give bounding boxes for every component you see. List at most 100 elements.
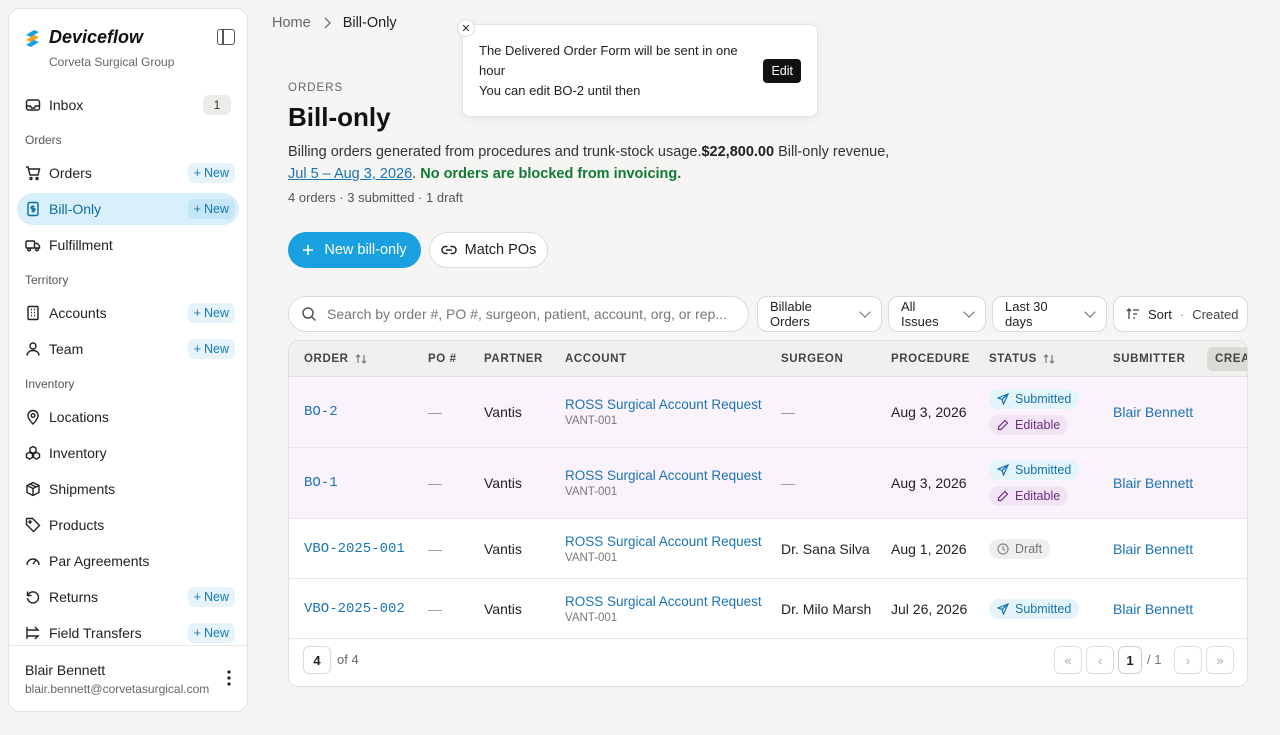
account-link[interactable]: ROSS Surgical Account Request	[565, 397, 762, 412]
table-row[interactable]: BO-2 — Vantis ROSS Surgical Account Requ…	[289, 377, 1247, 448]
submitter-link[interactable]: Blair Bennett	[1113, 377, 1193, 447]
new-bill-only-sidebar-button[interactable]: + New	[187, 199, 235, 219]
table-row[interactable]: BO-1 — Vantis ROSS Surgical Account Requ…	[289, 448, 1247, 519]
sidebar-item-fulfillment[interactable]: Fulfillment	[17, 229, 239, 261]
page-count: 1	[1154, 652, 1162, 667]
new-return-button[interactable]: + New	[187, 587, 235, 607]
invoice-icon	[25, 201, 41, 217]
page-eyebrow: ORDERS	[288, 82, 344, 94]
revenue-suffix: Bill-only revenue,	[774, 144, 890, 160]
page-description: Billing orders generated from procedures…	[288, 141, 898, 185]
more-vertical-icon[interactable]	[227, 670, 231, 686]
surgeon: —	[781, 475, 795, 491]
pencil-icon	[997, 490, 1009, 502]
table-row[interactable]: VBO-2025-002 — Vantis ROSS Surgical Acco…	[289, 579, 1247, 639]
building-icon	[25, 305, 41, 321]
current-page[interactable]: 1	[1118, 646, 1142, 674]
period-select[interactable]: Last 30 days	[992, 296, 1107, 332]
last-page-button[interactable]: »	[1206, 646, 1234, 674]
order-id[interactable]: VBO-2025-002	[304, 579, 405, 638]
match-pos-button[interactable]: Match POs	[429, 232, 548, 268]
user-icon	[25, 341, 41, 357]
order-id[interactable]: BO-1	[304, 448, 338, 518]
sidebar-item-team[interactable]: Team + New	[17, 333, 239, 365]
status-label: Submitted	[1015, 392, 1072, 406]
sidebar-item-orders[interactable]: Orders + New	[17, 157, 239, 189]
breadcrumb-current: Bill-Only	[342, 15, 397, 31]
sidebar-item-inventory[interactable]: Inventory	[17, 437, 239, 469]
search-input[interactable]	[327, 306, 727, 322]
prev-page-button[interactable]: ‹	[1086, 646, 1114, 674]
user-card[interactable]: Blair Bennett blair.bennett@corvetasurgi…	[9, 645, 247, 711]
status-badge: Submitted	[989, 460, 1080, 480]
table-row[interactable]: VBO-2025-001 — Vantis ROSS Surgical Acco…	[289, 519, 1247, 579]
col-account: ACCOUNT	[565, 353, 627, 365]
first-page-button[interactable]: «	[1054, 646, 1082, 674]
account-link[interactable]: ROSS Surgical Account Request	[565, 534, 762, 549]
toast-edit-button[interactable]: Edit	[763, 59, 801, 83]
new-label: New	[203, 202, 229, 216]
account-link[interactable]: ROSS Surgical Account Request	[565, 594, 762, 609]
new-field-transfer-button[interactable]: + New	[187, 623, 235, 643]
new-bill-only-button[interactable]: New bill-only	[288, 232, 421, 268]
col-status[interactable]: STATUS	[989, 341, 1055, 377]
account-link[interactable]: ROSS Surgical Account Request	[565, 468, 762, 483]
sort-button[interactable]: Sort · Created	[1113, 296, 1248, 332]
account-cell: ROSS Surgical Account Request VANT-001	[565, 448, 762, 518]
chevron-down-icon	[859, 306, 871, 318]
sidebar-item-label: Shipments	[49, 481, 116, 497]
invoicing-status: No orders are blocked from invoicing.	[420, 166, 682, 182]
package-icon	[25, 481, 41, 497]
search-icon	[301, 306, 317, 322]
tag-icon	[25, 517, 41, 533]
status-label: Submitted	[1015, 601, 1072, 616]
plus-icon: +	[193, 306, 201, 320]
next-page-button[interactable]: ›	[1174, 646, 1202, 674]
col-created[interactable]: CREATED	[1207, 347, 1247, 371]
page-size-select[interactable]: 4	[303, 646, 331, 674]
sidebar-item-shipments[interactable]: Shipments	[17, 473, 239, 505]
breadcrumb-home[interactable]: Home	[272, 15, 311, 31]
date-range-link[interactable]: Jul 5 – Aug 3, 2026	[288, 166, 412, 182]
submitter-link[interactable]: Blair Bennett	[1113, 448, 1193, 518]
new-label: New	[203, 590, 229, 604]
status-cell: Submitted	[989, 579, 1080, 638]
sidebar-item-accounts[interactable]: Accounts + New	[17, 297, 239, 329]
sidebar-item-label: Returns	[49, 589, 99, 605]
brand[interactable]: Deviceflow	[25, 27, 143, 48]
plus-icon: +	[193, 590, 201, 604]
surgeon: Dr. Sana Silva	[781, 540, 870, 557]
sidebar-item-label: Orders	[49, 165, 92, 181]
status-cell: Submitted Editable	[989, 448, 1080, 518]
pencil-icon	[997, 419, 1009, 431]
revenue-amount: $22,800.00	[701, 144, 775, 160]
submitter-link[interactable]: Blair Bennett	[1113, 579, 1193, 638]
submitter-link[interactable]: Blair Bennett	[1113, 519, 1193, 578]
sort-label: Sort	[1148, 306, 1172, 322]
col-surgeon: SURGEON	[781, 353, 844, 365]
collapse-sidebar-icon[interactable]	[217, 29, 235, 45]
order-id[interactable]: BO-2	[304, 377, 338, 447]
sidebar-item-products[interactable]: Products	[17, 509, 239, 541]
sidebar-item-locations[interactable]: Locations	[17, 401, 239, 433]
page-separator: /	[1147, 652, 1151, 667]
sidebar-item-returns[interactable]: Returns + New	[17, 581, 239, 613]
account-code: VANT-001	[565, 551, 618, 564]
account-cell: ROSS Surgical Account Request VANT-001	[565, 579, 762, 638]
sidebar-item-label: Field Transfers	[49, 625, 142, 641]
order-counts: 4 orders · 3 submitted · 1 draft	[288, 190, 463, 205]
issues-select[interactable]: All Issues	[888, 296, 986, 332]
new-order-button[interactable]: + New	[187, 163, 235, 183]
sidebar-item-inbox[interactable]: Inbox 1	[17, 89, 239, 121]
close-icon[interactable]: ✕	[457, 19, 475, 37]
sidebar-item-bill-only[interactable]: Bill-Only + New	[17, 193, 239, 225]
sidebar-item-par-agreements[interactable]: Par Agreements	[17, 545, 239, 577]
new-account-button[interactable]: + New	[187, 303, 235, 323]
new-team-member-button[interactable]: + New	[187, 339, 235, 359]
col-order[interactable]: ORDER	[304, 341, 367, 377]
plus-icon: +	[193, 626, 201, 640]
sort-icon	[1126, 308, 1140, 320]
billable-orders-select[interactable]: Billable Orders	[757, 296, 882, 332]
order-id[interactable]: VBO-2025-001	[304, 519, 405, 578]
status-label: Submitted	[1015, 463, 1072, 477]
